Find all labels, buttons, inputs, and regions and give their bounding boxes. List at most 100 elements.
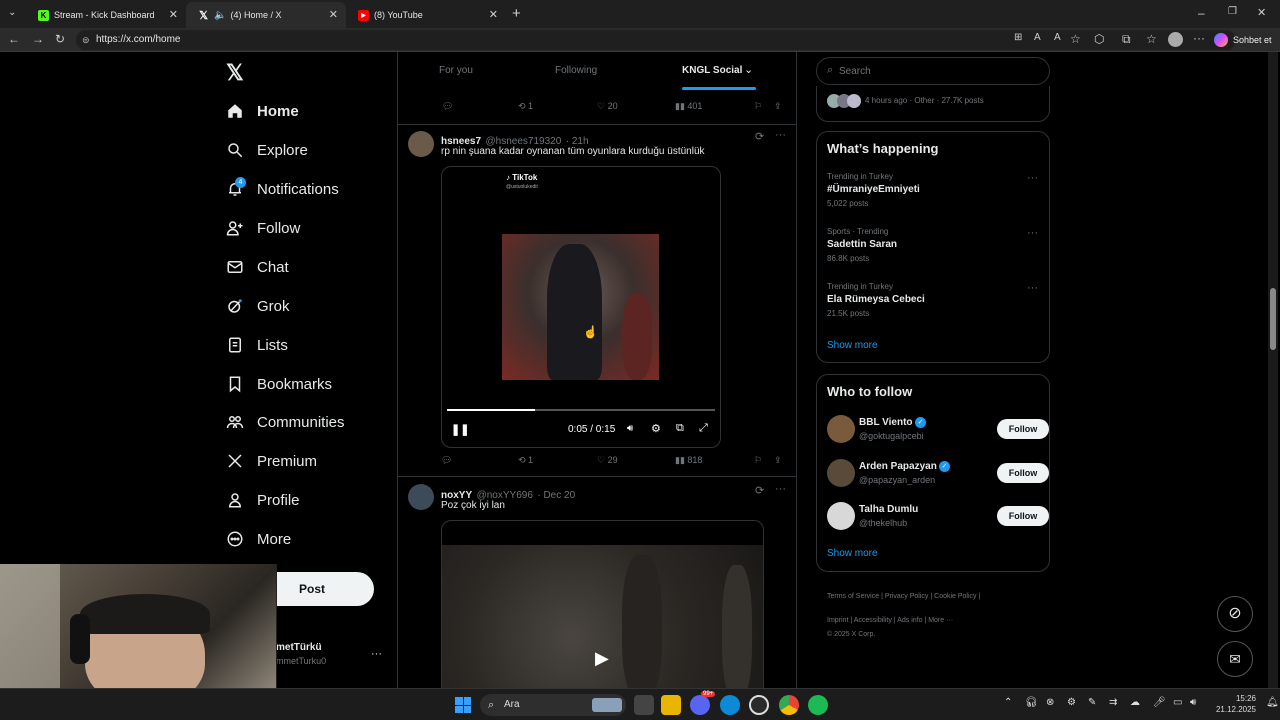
forward-icon[interactable]: →	[32, 32, 44, 46]
trend-item[interactable]: Trending in Turkey Ela Rümeysa Cebeci 21…	[827, 282, 1042, 318]
more-dots-icon[interactable]: ···	[1027, 172, 1038, 184]
back-icon[interactable]: ←	[8, 32, 20, 46]
nav-more[interactable]: More	[226, 524, 291, 554]
chevron-down-icon[interactable]: ⌄	[744, 63, 753, 76]
nav-follow[interactable]: Follow	[226, 213, 300, 243]
nav-profile[interactable]: Profile	[226, 485, 300, 515]
trend-item[interactable]: Trending in Turkey #ÜmraniyeEmniyeti 5,0…	[827, 172, 1042, 208]
messages-float-button[interactable]: ✉	[1217, 641, 1253, 677]
app-icon[interactable]	[749, 695, 769, 715]
footer-link[interactable]: Imprint	[827, 617, 848, 624]
close-window-icon[interactable]: ✕	[1257, 6, 1266, 19]
task-view-icon[interactable]	[634, 695, 654, 715]
microphone-icon[interactable]: 🎤︎	[1153, 697, 1166, 708]
extensions-icon[interactable]: ⬡	[1094, 32, 1104, 46]
suggestion-name[interactable]: Talha Dumlu	[859, 504, 918, 515]
notification-bell-icon[interactable]: 🔔︎	[1266, 697, 1279, 708]
share-icon[interactable]: ⇪	[774, 101, 782, 112]
new-tab-icon[interactable]: +	[512, 5, 521, 22]
retweet-icon[interactable]: ⟲ 1	[518, 101, 533, 112]
volume-icon[interactable]: 🔊︎	[627, 423, 633, 434]
timeline[interactable]: For you Following KNGL Social ⌄ 💬︎ ⟲ 1 ♡…	[397, 52, 797, 688]
tweet-time[interactable]: · Dec 20	[537, 490, 575, 501]
tab-kngl-social[interactable]: KNGL Social	[682, 65, 742, 76]
footer-link[interactable]: Privacy Policy	[885, 593, 929, 600]
nav-explore[interactable]: Explore	[226, 135, 308, 165]
retweet-icon[interactable]: ⟲ 1	[518, 455, 533, 466]
footer-link[interactable]: Terms of Service	[827, 593, 879, 600]
account-switcher[interactable]: metTürkü mmetTurku0 ···	[276, 642, 386, 674]
x-logo-icon[interactable]: 𝕏	[226, 60, 244, 86]
follow-suggestion[interactable]: BBL Viento ✓ @goktugalpcebi Follow	[827, 415, 1049, 447]
suggestion-name[interactable]: BBL Viento	[859, 417, 913, 428]
restore-icon[interactable]: ❐	[1228, 6, 1237, 17]
like-icon[interactable]: ♡ 20	[597, 101, 618, 112]
video-progress-track[interactable]	[447, 409, 715, 411]
nav-home[interactable]: Home	[226, 96, 299, 126]
spotify-icon[interactable]	[808, 695, 828, 715]
footer-link[interactable]: Ads info	[897, 617, 922, 624]
browser-tab-kick[interactable]: K Stream - Kick Dashboard ✕	[26, 2, 186, 28]
steam-icon[interactable]: ⚙	[1067, 697, 1076, 708]
pip-icon[interactable]: ⧉	[676, 422, 684, 435]
search-box[interactable]: ⌕ Search	[816, 57, 1050, 85]
follow-button[interactable]: Follow	[997, 463, 1049, 483]
more-dots-icon[interactable]: ···	[371, 648, 382, 660]
file-explorer-icon[interactable]	[661, 695, 681, 715]
address-bar[interactable]: ⊜ https://x.com/home	[76, 30, 1236, 50]
more-dots-icon[interactable]: ···	[775, 483, 786, 495]
avatar[interactable]	[408, 484, 434, 510]
site-info-icon[interactable]: ⊜	[82, 30, 90, 50]
reply-icon[interactable]: 💬︎	[442, 101, 453, 112]
bookmark-icon[interactable]: ⚐	[754, 101, 762, 112]
footer-link[interactable]: More ···	[928, 617, 953, 624]
grok-explain-icon[interactable]: ⟳	[755, 484, 764, 497]
avatar[interactable]	[827, 459, 855, 487]
chrome-icon[interactable]	[779, 695, 799, 715]
settings-gear-icon[interactable]: ⚙	[651, 422, 661, 435]
nav-premium[interactable]: Premium	[226, 446, 317, 476]
footer-link[interactable]: Accessibility	[854, 617, 892, 624]
nav-chat[interactable]: Chat	[226, 252, 289, 282]
profile-avatar-icon[interactable]	[1168, 32, 1183, 47]
minimize-icon[interactable]: –	[1198, 6, 1205, 20]
nav-communities[interactable]: Communities	[226, 407, 345, 437]
discord-icon[interactable]	[690, 695, 710, 715]
read-aloud-icon[interactable]: A	[1054, 32, 1061, 43]
clock[interactable]: 15:26 21.12.2025	[1208, 693, 1256, 715]
video-player[interactable]: ▶	[441, 520, 764, 688]
views-icon[interactable]: ▮▮ 401	[675, 101, 702, 112]
show-more-link[interactable]: Show more	[827, 548, 878, 559]
tab-for-you[interactable]: For you	[439, 65, 473, 76]
browser-tab-youtube[interactable]: ▶ (8) YouTube ✕	[346, 2, 506, 28]
browser-tab-x[interactable]: 𝕏 🔈 (4) Home / X ✕	[186, 2, 346, 28]
headset-icon[interactable]: 🎧︎	[1025, 697, 1038, 708]
pause-icon[interactable]: ❚❚	[451, 423, 469, 436]
suggestion-name[interactable]: Arden Papazyan	[859, 461, 937, 472]
close-tab-icon[interactable]: ✕	[329, 8, 338, 21]
tray-app-icon[interactable]: ✎	[1088, 697, 1096, 708]
edge-icon[interactable]	[720, 695, 740, 715]
refresh-icon[interactable]: ↻	[55, 32, 65, 46]
trend-item[interactable]: Sports · Trending Sadettin Saran 86.8K p…	[827, 227, 1042, 263]
fullscreen-icon[interactable]: ⤢	[699, 422, 708, 435]
translate-icon[interactable]: A	[1034, 32, 1041, 43]
bookmark-icon[interactable]: ⚐	[754, 455, 762, 466]
more-dots-icon[interactable]: ···	[1027, 227, 1038, 239]
avatar[interactable]	[827, 502, 855, 530]
close-tab-icon[interactable]: ✕	[169, 8, 178, 21]
scrollbar-thumb[interactable]	[1270, 288, 1276, 350]
nav-lists[interactable]: Lists	[226, 330, 288, 360]
follow-button[interactable]: Follow	[997, 419, 1049, 439]
views-icon[interactable]: ▮▮ 818	[675, 455, 702, 466]
app-install-icon[interactable]: ⊞	[1014, 32, 1022, 43]
nav-grok[interactable]: Grok	[226, 291, 290, 321]
video-player[interactable]: ♪ TikTok @ustunlukedit ☝ ❚❚ 0:05 / 0:15 …	[441, 166, 721, 448]
follow-button[interactable]: Follow	[997, 506, 1049, 526]
start-windows-icon[interactable]	[455, 697, 471, 713]
split-screen-icon[interactable]: ⧉	[1122, 32, 1131, 47]
play-icon[interactable]: ▶	[595, 648, 609, 669]
favorites-icon[interactable]: ☆	[1146, 32, 1157, 46]
like-icon[interactable]: ♡ 29	[597, 455, 618, 466]
grok-float-button[interactable]: ⊘	[1217, 596, 1253, 632]
